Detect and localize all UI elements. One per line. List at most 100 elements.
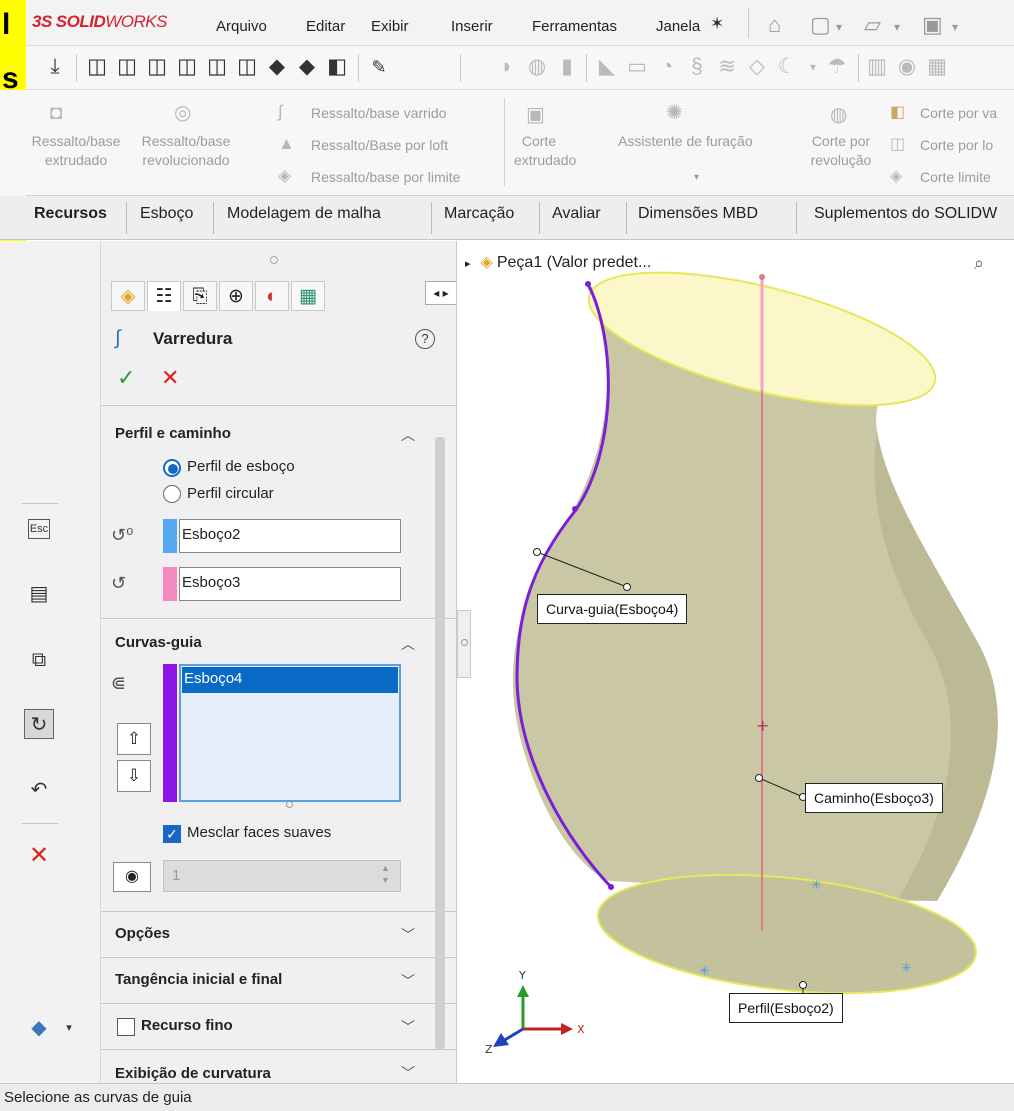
move-up-button[interactable]: ⇧ xyxy=(117,723,151,755)
feature-icon[interactable]: ≋ xyxy=(716,56,738,78)
expand-arrow-icon[interactable]: ▸ xyxy=(465,258,471,270)
merge-faces-checkbox[interactable]: ✓ xyxy=(163,825,181,843)
edit-appearance-icon[interactable]: ✎ xyxy=(368,56,390,78)
chevron-down-icon[interactable]: ▾ xyxy=(54,1013,84,1043)
menu-exibir[interactable]: Exibir xyxy=(371,18,409,35)
section-options-title[interactable]: Opções xyxy=(115,925,170,942)
feature-manager-tab-icon[interactable]: ◈ xyxy=(111,281,145,311)
extrude-cut-button[interactable]: Corte extrudado xyxy=(514,132,576,170)
feature-icon[interactable]: ◍ xyxy=(526,56,548,78)
feature-icon[interactable]: ▮ xyxy=(556,56,578,78)
chevron-down-icon[interactable]: ﹀ xyxy=(401,971,415,991)
esc-icon[interactable]: Esc xyxy=(28,519,50,539)
save-view-icon[interactable]: ▤ xyxy=(24,579,54,609)
boundary-boss-button[interactable]: Ressalto/base por limite xyxy=(311,168,460,187)
list-item[interactable]: Esboço4 xyxy=(182,667,398,693)
section-profile-path-title[interactable]: Perfil e caminho xyxy=(115,425,231,442)
feature-icon[interactable]: ▥ xyxy=(866,56,888,78)
configuration-manager-tab-icon[interactable]: ⎘ xyxy=(183,281,217,311)
loft-cut-button[interactable]: Corte por lo xyxy=(920,136,993,155)
view-front-icon[interactable]: ◫ xyxy=(86,56,108,78)
tab-dimensoes-mbd[interactable]: Dimensões MBD xyxy=(638,205,758,223)
panel-grip[interactable] xyxy=(270,256,278,264)
path-selection-box[interactable]: Esboço3 xyxy=(179,567,401,601)
menu-arquivo[interactable]: Arquivo xyxy=(216,18,267,35)
chevron-down-icon[interactable]: ▾ xyxy=(952,20,958,34)
section-tangency-title[interactable]: Tangência inicial e final xyxy=(115,971,282,988)
feature-icon[interactable]: ◣ xyxy=(596,56,618,78)
panel-splitter[interactable] xyxy=(457,610,471,678)
property-manager-tab-icon[interactable]: ☷ xyxy=(147,281,181,311)
sweep-cut-button[interactable]: Corte por va xyxy=(920,104,997,123)
revolve-boss-button[interactable]: Ressalto/base revolucionado xyxy=(126,132,246,170)
menu-ferramentas[interactable]: Ferramentas xyxy=(532,18,617,35)
view-cube-icon[interactable]: ◆ xyxy=(24,1013,54,1043)
zoom-icon[interactable]: ⌕ xyxy=(974,253,984,274)
solidworks-logo[interactable]: 3S SOLIDWORKS xyxy=(32,12,167,32)
guide-spin-box[interactable]: 1 xyxy=(163,860,401,892)
tab-avaliar[interactable]: Avaliar xyxy=(552,205,601,223)
ok-button[interactable]: ✓ xyxy=(117,365,135,391)
chevron-down-icon[interactable]: ▾ xyxy=(894,20,900,34)
feature-icon[interactable]: ◇ xyxy=(746,56,768,78)
display-manager-tab-icon[interactable]: ◐ xyxy=(255,281,289,311)
view-back-icon[interactable]: ◫ xyxy=(116,56,138,78)
view-right-icon[interactable]: ◫ xyxy=(176,56,198,78)
feature-tree-flyout[interactable]: ▸ ◈ Peça1 (Valor predet... xyxy=(465,252,651,272)
eye-icon[interactable]: ◉ xyxy=(113,862,151,892)
tab-suplementos[interactable]: Suplementos do SOLIDW xyxy=(814,205,997,223)
new-document-icon[interactable]: ▢ xyxy=(810,12,831,38)
lock-rotation-icon[interactable]: ↻ xyxy=(24,709,54,739)
chevron-down-icon[interactable]: ﹀ xyxy=(401,1017,415,1037)
cancel-button[interactable]: ✕ xyxy=(161,365,179,391)
view-dimetric-icon[interactable]: ◧ xyxy=(326,56,348,78)
feature-icon[interactable]: ◉ xyxy=(896,56,918,78)
feature-icon[interactable]: ▭ xyxy=(626,56,648,78)
section-guide-curves-title[interactable]: Curvas-guia xyxy=(115,634,202,651)
hole-wizard-button[interactable]: Assistente de furação xyxy=(618,132,753,151)
view-top-icon[interactable]: ◫ xyxy=(206,56,228,78)
undo-icon[interactable]: ↶ xyxy=(24,775,54,805)
scrollbar[interactable] xyxy=(435,437,445,1049)
radio-circular-profile[interactable] xyxy=(163,485,181,503)
boundary-cut-button[interactable]: Corte limite xyxy=(920,168,991,187)
close-icon[interactable]: ✕ xyxy=(24,841,54,871)
chevron-down-icon[interactable]: ﹀ xyxy=(401,1063,415,1083)
pin-icon[interactable]: ✶ xyxy=(710,14,724,34)
open-folder-icon[interactable]: ▱ xyxy=(864,12,881,38)
cam-tab-icon[interactable]: ▦ xyxy=(291,281,325,311)
profile-selection-box[interactable]: Esboço2 xyxy=(179,519,401,553)
dimxpert-tab-icon[interactable]: ⊕ xyxy=(219,281,253,311)
revolve-cut-button[interactable]: Corte por revolução xyxy=(796,132,886,170)
guide-curve-callout[interactable]: Curva-guia(Esboço4) xyxy=(537,594,688,624)
tab-esboco[interactable]: Esboço xyxy=(140,205,193,223)
save-icon[interactable]: ▣ xyxy=(922,12,943,38)
chevron-down-icon[interactable]: ﹀ xyxy=(401,925,415,945)
section-thin-title[interactable]: Recurso fino xyxy=(141,1017,233,1034)
section-curvature-title[interactable]: Exibição de curvatura xyxy=(115,1065,271,1082)
feature-icon[interactable]: ▦ xyxy=(926,56,948,78)
guide-curves-list[interactable]: Esboço4 xyxy=(179,664,401,802)
graphics-area[interactable]: + ✳ ✳ ✳ Y X Z Curva-guia(Esboço4) Caminh… xyxy=(457,241,1014,1083)
view-bottom-icon[interactable]: ◫ xyxy=(236,56,258,78)
feature-icon[interactable]: ◗ xyxy=(496,56,518,78)
feature-icon[interactable]: ☾ xyxy=(776,56,798,78)
profile-callout[interactable]: Perfil(Esboço2) xyxy=(729,993,843,1023)
feature-icon[interactable]: ◔ xyxy=(656,56,678,78)
path-callout[interactable]: Caminho(Esboço3) xyxy=(805,783,943,813)
normal-to-icon[interactable]: ⤓ xyxy=(44,56,66,78)
view-left-icon[interactable]: ◫ xyxy=(146,56,168,78)
tab-scroll-arrows[interactable]: ◂ ▸ xyxy=(425,281,456,305)
chevron-down-icon[interactable]: ▾ xyxy=(802,56,824,78)
select-other-icon[interactable]: ⧉ xyxy=(24,645,54,675)
view-isometric-icon[interactable]: ◆ xyxy=(266,56,288,78)
feature-icon[interactable]: ☂ xyxy=(826,56,848,78)
resize-grip[interactable] xyxy=(286,801,293,808)
chevron-up-icon[interactable]: ︿ xyxy=(401,634,415,654)
radio-sketch-profile[interactable] xyxy=(163,459,181,477)
thin-feature-checkbox[interactable] xyxy=(117,1018,135,1036)
help-icon[interactable]: ? xyxy=(415,329,435,349)
chevron-down-icon[interactable]: ▾ xyxy=(694,168,699,187)
sweep-boss-button[interactable]: Ressalto/base varrido xyxy=(311,104,446,123)
feature-icon[interactable]: § xyxy=(686,56,708,78)
